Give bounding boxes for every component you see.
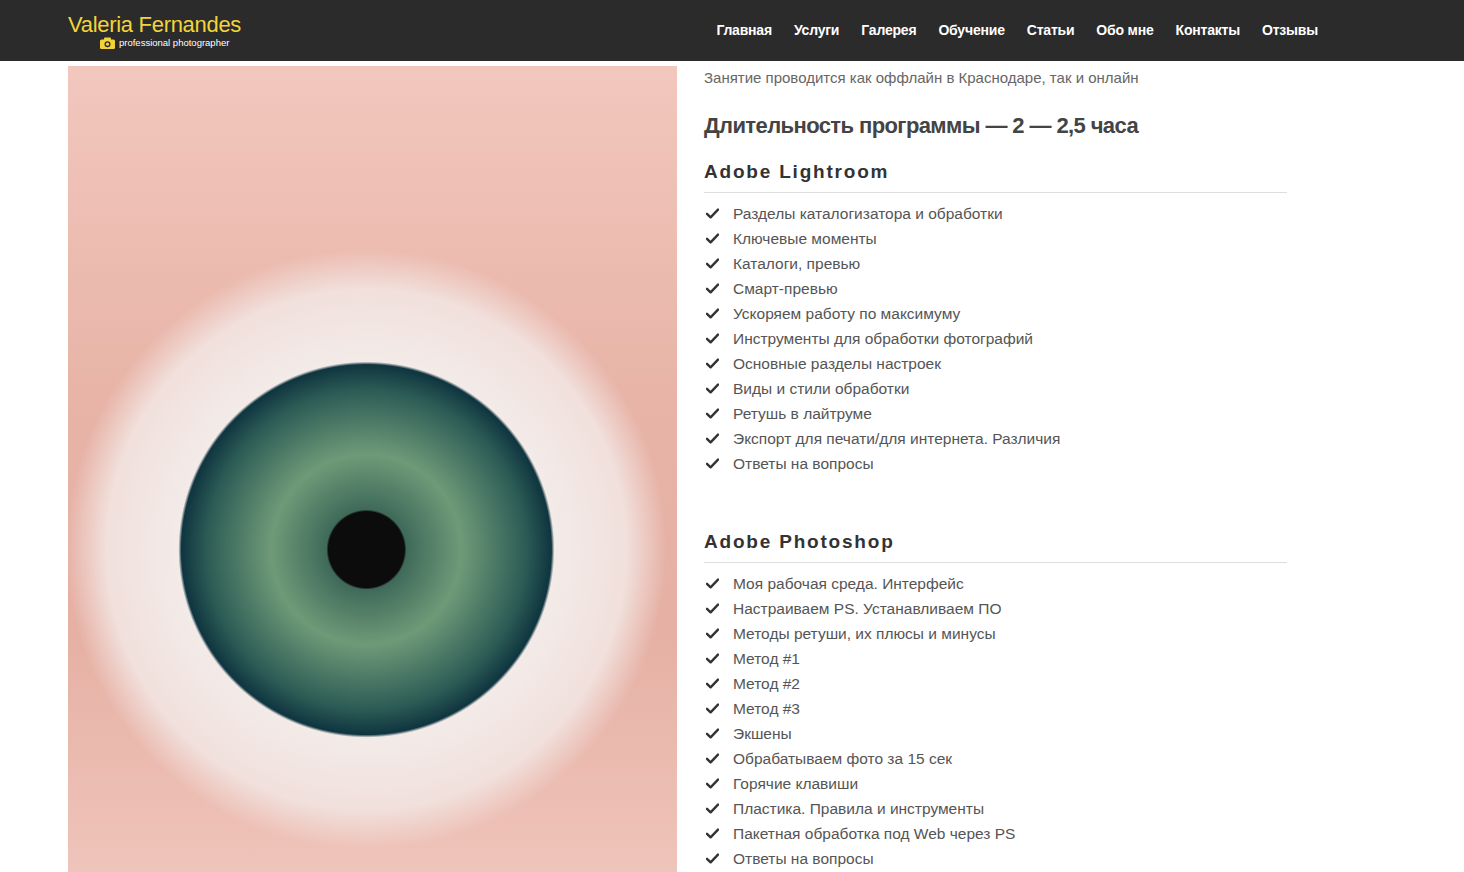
- topic-text: Разделы каталогизатора и обработки: [733, 201, 1003, 226]
- nav-link[interactable]: Статьи: [1016, 20, 1086, 41]
- topic-text: Ключевые моменты: [733, 226, 877, 251]
- logo-title: Valeria Fernandes: [68, 13, 241, 37]
- intro-text: Занятие проводится как оффлайн в Краснод…: [704, 68, 1287, 88]
- topic-text: Ответы на вопросы: [733, 846, 874, 871]
- topic-item: Основные разделы настроек: [704, 351, 1287, 376]
- check-icon: [706, 578, 719, 589]
- nav-link[interactable]: Обо мне: [1085, 20, 1164, 41]
- topic-item: Виды и стили обработки: [704, 376, 1287, 401]
- topic-item: Настраиваем PS. Устанавливаем ПО: [704, 596, 1287, 621]
- topic-item: Ответы на вопросы: [704, 451, 1287, 476]
- topic-text: Пакетная обработка под Web через PS: [733, 821, 1015, 846]
- check-icon: [706, 853, 719, 864]
- duration-heading: Длительность программы — 2 — 2,5 часа: [704, 112, 1287, 140]
- topic-text: Инструменты для обработки фотографий: [733, 326, 1033, 351]
- site-logo[interactable]: Valeria Fernandesprofessional photograph…: [68, 13, 241, 49]
- nav-link[interactable]: Услуги: [783, 20, 850, 41]
- topic-text: Ускоряем работу по максимуму: [733, 301, 960, 326]
- main-nav: ГлавнаяУслугиГалереяОбучениеСтатьиОбо мн…: [705, 20, 1318, 41]
- topic-text: Настраиваем PS. Устанавливаем ПО: [733, 596, 1001, 621]
- topic-item: Горячие клавиши: [704, 771, 1287, 796]
- program-section: Adobe Lightroom Разделы каталогизатора и …: [704, 160, 1287, 476]
- check-icon: [706, 433, 719, 444]
- topic-text: Экспорт для печати/для интернета. Различ…: [733, 426, 1060, 451]
- check-icon: [706, 678, 719, 689]
- check-icon: [706, 803, 719, 814]
- topic-text: Смарт-превью: [733, 276, 838, 301]
- check-icon: [706, 458, 719, 469]
- nav-link[interactable]: Главная: [705, 20, 783, 41]
- nav-link[interactable]: Отзывы: [1251, 20, 1318, 41]
- eye-photo: [68, 66, 677, 872]
- check-icon: [706, 728, 719, 739]
- topic-text: Метод #2: [733, 671, 800, 696]
- topic-list: Разделы каталогизатора и обработкиКлючев…: [704, 201, 1287, 476]
- topic-text: Горячие клавиши: [733, 771, 858, 796]
- check-icon: [706, 358, 719, 369]
- topic-text: Методы ретуши, их плюсы и минусы: [733, 621, 996, 646]
- topic-item: Обрабатываем фото за 15 сек: [704, 746, 1287, 771]
- topic-item: Экспорт для печати/для интернета. Различ…: [704, 426, 1287, 451]
- nav-link[interactable]: Контакты: [1165, 20, 1251, 41]
- camera-icon: [100, 37, 115, 49]
- topic-item: Инструменты для обработки фотографий: [704, 326, 1287, 351]
- topic-item: Пластика. Правила и инструменты: [704, 796, 1287, 821]
- site-header: Valeria Fernandesprofessional photograph…: [0, 0, 1464, 61]
- topic-item: Метод #2: [704, 671, 1287, 696]
- check-icon: [706, 383, 719, 394]
- topic-list: Моя рабочая среда. ИнтерфейсНастраиваем …: [704, 571, 1287, 871]
- nav-link[interactable]: Обучение: [927, 20, 1015, 41]
- check-icon: [706, 233, 719, 244]
- topic-item: Ретушь в лайтруме: [704, 401, 1287, 426]
- check-icon: [706, 703, 719, 714]
- topic-item: Ключевые моменты: [704, 226, 1287, 251]
- topic-text: Метод #3: [733, 696, 800, 721]
- section-title: Adobe Lightroom: [704, 160, 1287, 193]
- course-program: Занятие проводится как оффлайн в Краснод…: [677, 66, 1287, 872]
- topic-item: Разделы каталогизатора и обработки: [704, 201, 1287, 226]
- topic-item: Ускоряем работу по максимуму: [704, 301, 1287, 326]
- check-icon: [706, 258, 719, 269]
- topic-text: Каталоги, превью: [733, 251, 860, 276]
- check-icon: [706, 778, 719, 789]
- topic-text: Экшены: [733, 721, 792, 746]
- header-inner: Valeria Fernandesprofessional photograph…: [68, 13, 1318, 49]
- check-icon: [706, 408, 719, 419]
- topic-item: Смарт-превью: [704, 276, 1287, 301]
- main-content: Занятие проводится как оффлайн в Краснод…: [68, 66, 1318, 872]
- check-icon: [706, 208, 719, 219]
- check-icon: [706, 308, 719, 319]
- topic-text: Моя рабочая среда. Интерфейс: [733, 571, 964, 596]
- topic-item: Пакетная обработка под Web через PS: [704, 821, 1287, 846]
- check-icon: [706, 653, 719, 664]
- topic-text: Пластика. Правила и инструменты: [733, 796, 984, 821]
- nav-link[interactable]: Галерея: [850, 20, 927, 41]
- check-icon: [706, 753, 719, 764]
- topic-item: Методы ретуши, их плюсы и минусы: [704, 621, 1287, 646]
- program-section: Adobe Photoshop Моя рабочая среда. Интерф…: [704, 530, 1287, 871]
- check-icon: [706, 333, 719, 344]
- topic-text: Ретушь в лайтруме: [733, 401, 872, 426]
- topic-item: Метод #3: [704, 696, 1287, 721]
- topic-item: Моя рабочая среда. Интерфейс: [704, 571, 1287, 596]
- topic-item: Ответы на вопросы: [704, 846, 1287, 871]
- logo-subtitle: professional photographer: [115, 37, 229, 49]
- topic-text: Виды и стили обработки: [733, 376, 909, 401]
- topic-text: Обрабатываем фото за 15 сек: [733, 746, 952, 771]
- topic-text: Основные разделы настроек: [733, 351, 941, 376]
- topic-item: Метод #1: [704, 646, 1287, 671]
- check-icon: [706, 628, 719, 639]
- check-icon: [706, 828, 719, 839]
- check-icon: [706, 283, 719, 294]
- topic-text: Ответы на вопросы: [733, 451, 874, 476]
- logo-subtitle-row: professional photographer: [68, 37, 241, 49]
- topic-item: Экшены: [704, 721, 1287, 746]
- section-title: Adobe Photoshop: [704, 530, 1287, 563]
- topic-text: Метод #1: [733, 646, 800, 671]
- topic-item: Каталоги, превью: [704, 251, 1287, 276]
- check-icon: [706, 603, 719, 614]
